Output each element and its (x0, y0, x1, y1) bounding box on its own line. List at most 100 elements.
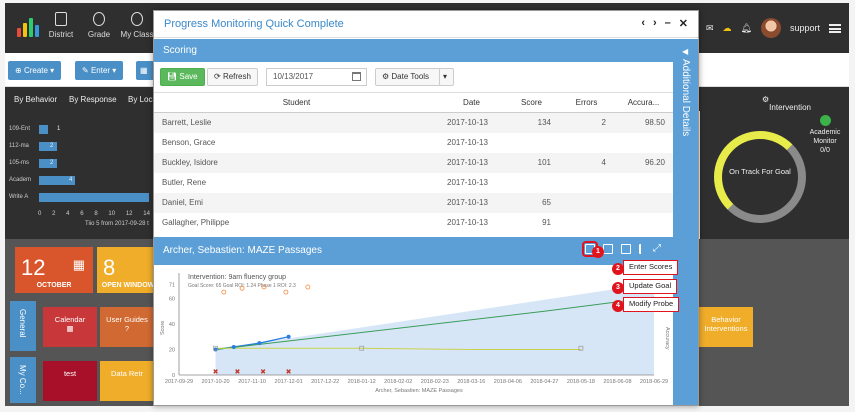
enter-button[interactable]: ✎ Enter ▾ (75, 61, 124, 80)
modify-probe-item[interactable]: Modify Probe (623, 297, 680, 312)
data-point (231, 344, 236, 349)
enter-scores-item[interactable]: Enter Scores (623, 260, 679, 275)
modal-title: Progress Monitoring Quick Complete (164, 18, 344, 30)
calendar-button[interactable]: ▦ (136, 61, 154, 80)
y-tick-label: 40 (169, 322, 175, 328)
x-tick-label: 2018-02-02 (384, 379, 412, 385)
col-student[interactable]: Student (154, 92, 439, 113)
orange-point (305, 284, 311, 290)
user-area: ✉ ☁ 🔔︎ support (706, 18, 841, 38)
x-tick-label: 2018-06-29 (640, 379, 668, 385)
chevron-left-icon: ◀ (682, 47, 689, 56)
avatar[interactable] (760, 18, 781, 38)
next-icon[interactable]: › (653, 17, 657, 30)
table-row[interactable]: Gallagher, Philippe 2017-10-13 91 (154, 213, 673, 233)
close-icon[interactable]: ✕ (679, 17, 688, 30)
nav-grade[interactable]: Grade (81, 12, 117, 39)
goal-donut: On Track For Goal (714, 131, 806, 223)
tab-by-response[interactable]: By Response (69, 95, 117, 104)
update-goal-item[interactable]: Update Goal (623, 279, 678, 294)
date-input[interactable]: 10/13/2017 (266, 68, 367, 86)
check-icon (819, 115, 831, 126)
x-tick-label: 2018-04-27 (530, 379, 558, 385)
step-badge: 1 (592, 246, 604, 258)
cloud-icon[interactable]: ☁ (723, 23, 732, 34)
intervention-tools-link[interactable]: ⚙ Intervention Tools (762, 95, 811, 121)
col-date[interactable]: Date (439, 92, 504, 113)
data-point (286, 334, 291, 339)
academic-monitor[interactable]: Academic Monitor 0/0 (807, 115, 843, 155)
prev-icon[interactable]: ‹ (641, 17, 645, 30)
expand-icon[interactable]: ⤢ (653, 244, 663, 254)
x-tick-label: 2017-11-10 (238, 379, 266, 385)
col-accuracy[interactable]: Accura... (614, 92, 673, 113)
nav-district[interactable]: District (43, 12, 79, 39)
print-icon[interactable] (603, 244, 613, 254)
table-row[interactable]: Barrett, Leslie 2017-10-13 134 2 98.50 (154, 112, 673, 133)
orange-point (283, 289, 289, 295)
mail-icon[interactable]: ✉ (706, 23, 714, 34)
building-icon (55, 12, 67, 26)
date-tools-dropdown[interactable]: ▾ (439, 68, 454, 86)
error-marker: ✖ (260, 369, 266, 376)
x-tick-label: 2018-06-08 (603, 379, 631, 385)
date-tile[interactable]: 12 ▦ OCTOBER (15, 247, 93, 293)
my-co-tab[interactable]: My Co... (10, 357, 36, 403)
tab-by-behavior[interactable]: By Behavior (14, 95, 57, 104)
error-marker: ✖ (286, 369, 292, 376)
y-tick-label: 60 (169, 297, 175, 303)
x-tick-label: 2018-04-06 (494, 379, 522, 385)
refresh-button[interactable]: ⟳ Refresh (207, 68, 258, 86)
calendar-icon[interactable] (352, 72, 361, 81)
x-tick-label: 2017-12-01 (275, 379, 303, 385)
y-axis-label: Score (160, 321, 166, 335)
x-tick-label: 2017-10-20 (201, 379, 229, 385)
data-retr-tile[interactable]: Data Retr (100, 361, 154, 401)
x-tick-label: 2017-09-29 (165, 379, 193, 385)
col-score[interactable]: Score (504, 92, 559, 113)
user-guides-tile[interactable]: User Guides? (100, 307, 154, 347)
behavior-interventions-tile[interactable]: Behavior Interventions (699, 307, 753, 347)
goal-panel: On Track For Goal Academic Monitor 0/0 (700, 111, 849, 239)
behavior-bar-chart: 109-Ent 1 112-ma 2 105-ms 2 Academ 4 Write A… (5, 111, 153, 239)
calendar-tile[interactable]: Calendar ▦ (43, 307, 97, 347)
users-icon (93, 12, 105, 26)
scoring-panel: Scoring 💾︎ Save ⟳ Refresh 10/13/2017 ⚙ D… (154, 39, 673, 237)
y2-axis-label: Accuracy (664, 327, 670, 350)
progress-chart: 0204060712017-09-29 2017-10-20 2017-11-10 2… (160, 273, 670, 394)
data-point (257, 341, 262, 346)
data-point (213, 347, 218, 352)
create-button[interactable]: ⊕ Create ▾ (8, 61, 62, 80)
minimize-icon[interactable]: – (665, 17, 671, 30)
orange-point (221, 289, 227, 295)
table-row[interactable]: Buckley, Isidore 2017-10-13 101 4 96.20 (154, 152, 673, 173)
additional-details-tab[interactable]: ◀ Additional Details (673, 39, 698, 405)
nav-my-class[interactable]: My Class (119, 12, 155, 39)
calendar-icon: ▦ (72, 257, 85, 272)
error-marker: ✖ (235, 369, 241, 376)
save-button[interactable]: 💾︎ Save (160, 68, 205, 86)
open-window-tile[interactable]: 8 OPEN WINDOW (97, 247, 159, 293)
col-errors[interactable]: Errors (559, 92, 614, 113)
general-tab[interactable]: General (10, 301, 36, 351)
username[interactable]: support (790, 23, 820, 33)
x-tick-label: 2018-03-16 (457, 379, 485, 385)
menu-icon[interactable] (829, 23, 841, 33)
scores-table: Student Date Score Errors Accura... Barr… (154, 92, 673, 233)
table-row[interactable]: Daniel, Emi 2017-10-13 65 (154, 192, 673, 213)
progress-graph-panel: Archer, Sebastien: MAZE Passages ⤢ 0 20 40… (154, 237, 673, 405)
bell-icon[interactable]: 🔔︎ (741, 23, 752, 34)
image-icon[interactable] (621, 244, 631, 254)
table-row[interactable]: Benson, Grace 2017-10-13 (154, 133, 673, 153)
chart-caption: Tiio 5 from 2017-09-28 t (85, 221, 149, 227)
pin-icon[interactable] (639, 244, 645, 254)
x-tick-label: 2018-05-18 (567, 379, 595, 385)
table-row[interactable]: Butler, Rene 2017-10-13 (154, 173, 673, 193)
scoring-toolbar: 💾︎ Save ⟳ Refresh 10/13/2017 ⚙ Date Tool… (154, 62, 673, 92)
app-logo[interactable] (15, 15, 39, 39)
x-ticks: 0 2 4 6 8 10 12 14 (38, 211, 150, 217)
x-tick-label: 2017-12-22 (311, 379, 339, 385)
test-tile[interactable]: test (43, 361, 97, 401)
x-axis-caption: Archer, Sebastien: MAZE Passages (375, 388, 463, 394)
x-tick-label: 2018-01-12 (348, 379, 376, 385)
